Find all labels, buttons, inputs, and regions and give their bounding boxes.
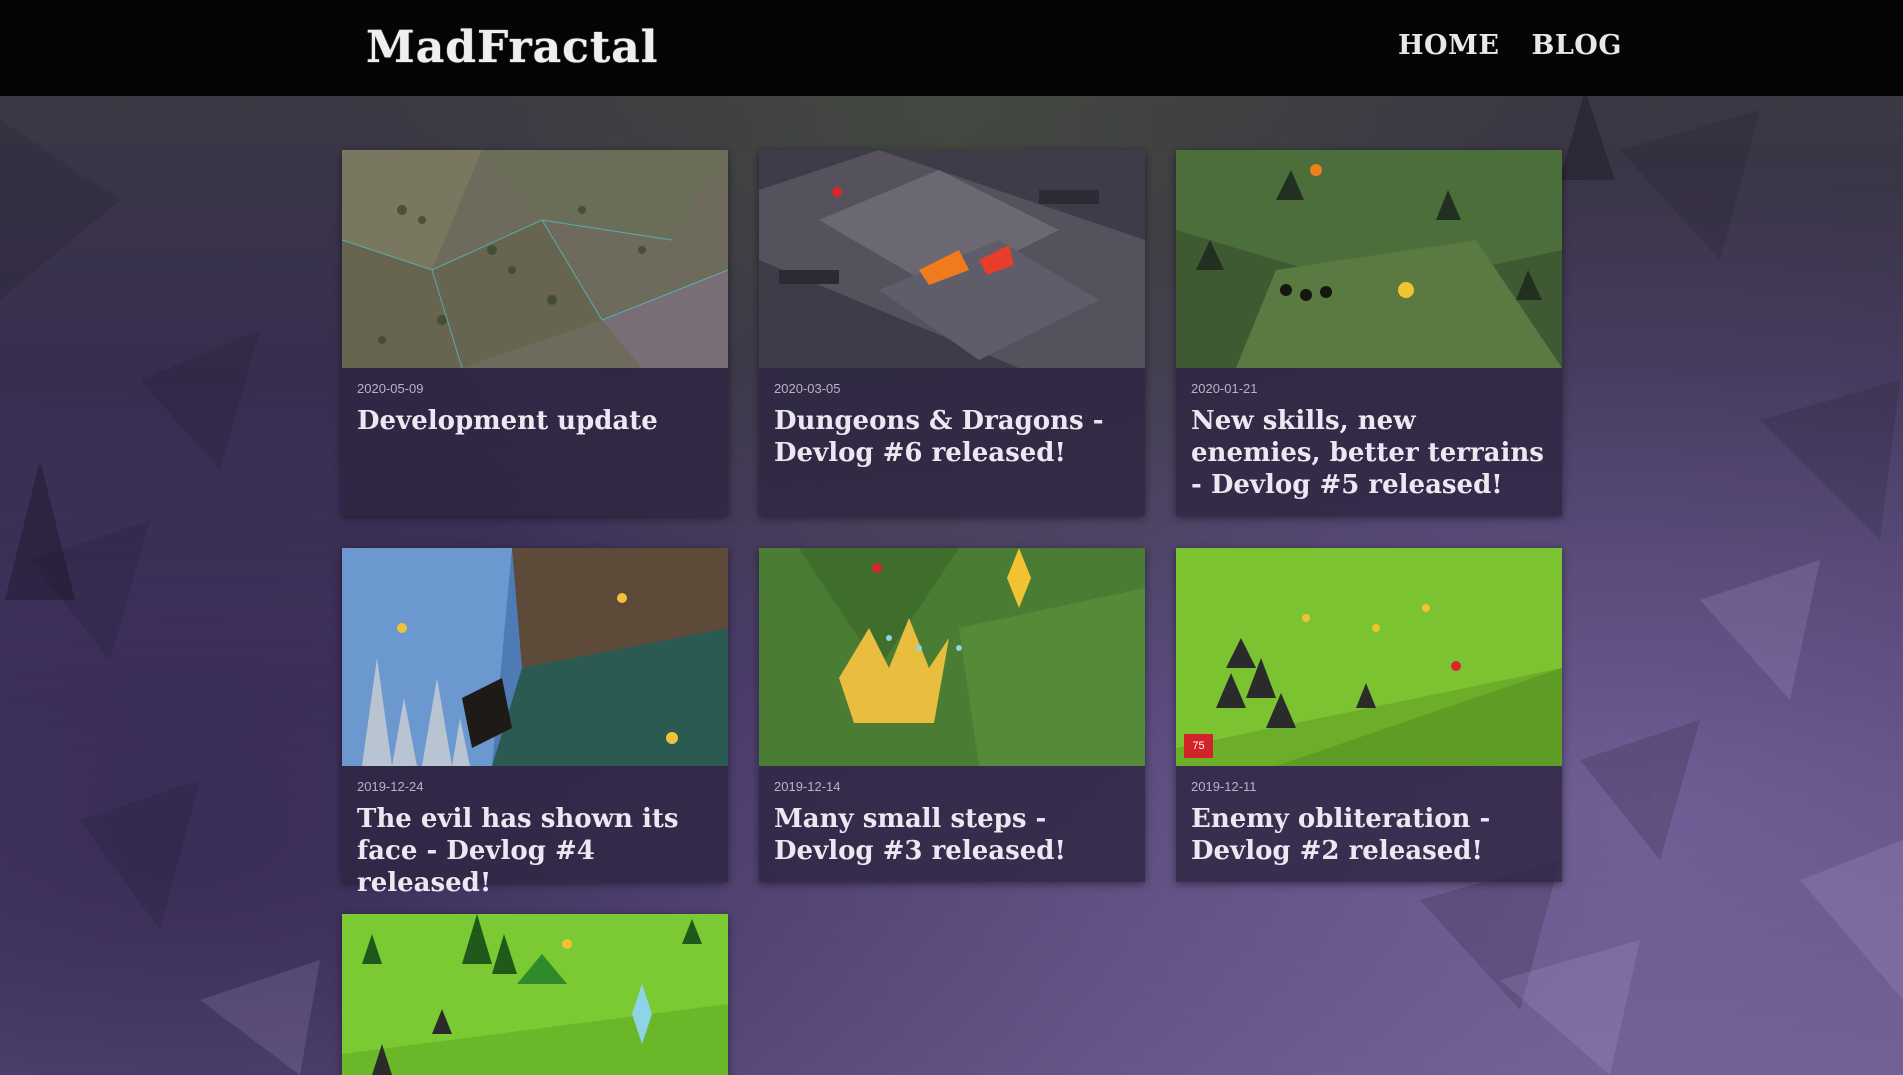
post-thumbnail[interactable] bbox=[759, 548, 1145, 766]
post-title[interactable]: Development update bbox=[357, 405, 713, 437]
blog-post-card[interactable]: 2020-05-09 Development update bbox=[342, 150, 728, 516]
post-title[interactable]: Enemy obliteration - Devlog #2 released! bbox=[1191, 803, 1547, 867]
post-title[interactable]: New skills, new enemies, better terrains… bbox=[1191, 405, 1547, 501]
nav-blog-link[interactable]: BLOG bbox=[1532, 30, 1622, 61]
blog-post-card[interactable]: 2019-12-14 Many small steps - Devlog #3 … bbox=[759, 548, 1145, 882]
post-thumbnail[interactable] bbox=[342, 150, 728, 368]
blog-post-card[interactable]: 2019-12-24 The evil has shown its face -… bbox=[342, 548, 728, 898]
comment-count-badge: 75 bbox=[1184, 734, 1213, 758]
post-thumbnail[interactable]: 75 bbox=[1176, 548, 1562, 766]
post-title[interactable]: Many small steps - Devlog #3 released! bbox=[774, 803, 1130, 867]
post-date: 2020-01-21 bbox=[1191, 381, 1258, 396]
post-thumbnail[interactable] bbox=[342, 548, 728, 766]
site-logo[interactable]: MadFractal bbox=[366, 22, 658, 73]
blog-post-card[interactable]: 2020-03-05 Dungeons & Dragons - Devlog #… bbox=[759, 150, 1145, 516]
post-title[interactable]: Dungeons & Dragons - Devlog #6 released! bbox=[774, 405, 1130, 469]
post-thumbnail[interactable] bbox=[342, 914, 728, 1075]
blog-post-card[interactable]: 2020-01-21 New skills, new enemies, bett… bbox=[1176, 150, 1562, 516]
post-thumbnail[interactable] bbox=[1176, 150, 1562, 368]
post-title[interactable]: The evil has shown its face - Devlog #4 … bbox=[357, 803, 713, 899]
post-date: 2019-12-11 bbox=[1191, 779, 1257, 794]
blog-post-card[interactable]: 75 2019-12-11 Enemy obliteration - Devlo… bbox=[1176, 548, 1562, 882]
blog-post-card[interactable] bbox=[342, 914, 728, 1075]
post-date: 2020-05-09 bbox=[357, 381, 424, 396]
main-nav: HOME BLOG bbox=[1398, 30, 1622, 61]
post-date: 2019-12-14 bbox=[774, 779, 841, 794]
nav-home-link[interactable]: HOME bbox=[1398, 30, 1500, 61]
top-navigation-bar: MadFractal HOME BLOG bbox=[0, 0, 1903, 96]
post-date: 2020-03-05 bbox=[774, 381, 841, 396]
post-thumbnail[interactable] bbox=[759, 150, 1145, 368]
post-date: 2019-12-24 bbox=[357, 779, 424, 794]
